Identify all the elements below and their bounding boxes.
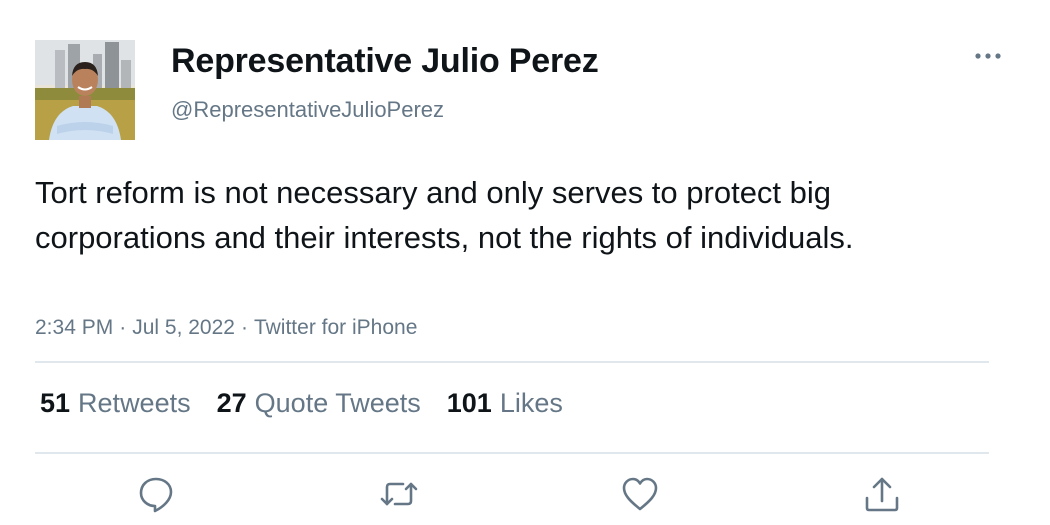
- likes-stat[interactable]: 101 Likes: [447, 388, 563, 419]
- retweet-icon: [380, 482, 418, 506]
- meta-separator: ·: [119, 316, 127, 339]
- tweet-date[interactable]: Jul 5, 2022: [132, 316, 235, 339]
- likes-count: 101: [446, 388, 492, 418]
- avatar[interactable]: [35, 40, 135, 140]
- quote-tweets-stat[interactable]: 27 Quote Tweets: [217, 388, 421, 419]
- retweet-button[interactable]: [379, 474, 419, 514]
- quote-tweets-label: Quote Tweets: [254, 388, 421, 418]
- share-button[interactable]: [862, 474, 902, 514]
- divider-top: [35, 361, 989, 363]
- more-options-button[interactable]: [970, 42, 1006, 70]
- share-icon: [865, 477, 899, 512]
- display-name[interactable]: Representative Julio Perez: [171, 42, 599, 81]
- reply-icon: [139, 477, 173, 513]
- tweet-source[interactable]: Twitter for iPhone: [254, 316, 417, 339]
- avatar-photo: [35, 40, 135, 140]
- quote-tweets-count: 27: [216, 388, 247, 418]
- tweet-time[interactable]: 2:34 PM: [35, 316, 113, 339]
- retweets-label: Retweets: [78, 388, 191, 418]
- tweet-meta: 2:34 PM · Jul 5, 2022 · Twitter for iPhone: [35, 316, 417, 340]
- retweets-count: 51: [40, 388, 71, 418]
- tweet-stats: 51 Retweets 27 Quote Tweets 101 Likes: [40, 388, 589, 419]
- divider-bottom: [35, 452, 989, 454]
- tweet-text: Tort reform is not necessary and only se…: [35, 175, 854, 255]
- likes-label: Likes: [499, 388, 563, 418]
- meta-separator: ·: [240, 316, 248, 339]
- more-icon: [975, 53, 1001, 59]
- like-button[interactable]: [620, 474, 660, 514]
- reply-button[interactable]: [136, 474, 176, 514]
- like-icon: [622, 477, 658, 511]
- user-handle[interactable]: @RepresentativeJulioPerez: [171, 97, 444, 123]
- tweet-card: Representative Julio Perez @Representati…: [0, 0, 1050, 525]
- retweets-stat[interactable]: 51 Retweets: [40, 388, 191, 419]
